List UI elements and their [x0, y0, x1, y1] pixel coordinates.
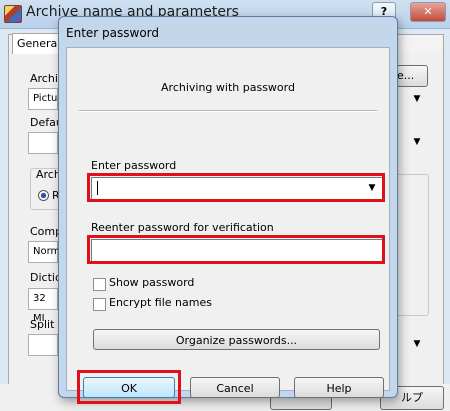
profile-dropdown-arrow[interactable]: ▼ — [408, 132, 426, 152]
archive-name-field[interactable]: Pictu — [28, 88, 58, 110]
split-volumes-field[interactable] — [28, 334, 58, 356]
heading-divider — [79, 110, 377, 112]
enter-password-dialog: Enter password Archiving with password E… — [58, 16, 398, 404]
encrypt-file-names-checkbox[interactable] — [93, 298, 106, 311]
cancel-button[interactable]: Cancel — [190, 377, 280, 398]
close-window-button[interactable]: ✕ — [410, 2, 446, 22]
rar-format-radio[interactable] — [38, 190, 49, 201]
browse-button[interactable]: e... — [396, 65, 428, 87]
dialog-body: Archiving with password Enter password ▼… — [66, 47, 390, 404]
ok-button-highlight — [77, 370, 181, 404]
encrypt-file-names-label: Encrypt file names — [109, 296, 212, 309]
show-password-checkbox[interactable] — [93, 278, 106, 291]
enter-password-label: Enter password — [91, 159, 177, 172]
enter-password-highlight — [87, 173, 385, 202]
show-password-label: Show password — [109, 276, 195, 289]
winrar-app-icon — [4, 5, 22, 23]
organize-passwords-button[interactable]: Organize passwords... — [93, 329, 380, 350]
compression-field[interactable]: Norm — [28, 241, 60, 263]
dialog-heading: Archiving with password — [161, 81, 295, 94]
dialog-title: Enter password — [66, 26, 159, 40]
reenter-password-highlight — [87, 235, 385, 264]
reenter-password-label: Reenter password for verification — [91, 221, 274, 234]
help-button[interactable]: Help — [294, 377, 384, 398]
dictionary-field[interactable]: 32 MI — [28, 288, 58, 324]
profile-field[interactable] — [28, 132, 58, 154]
archive-name-dropdown-arrow[interactable]: ▼ — [408, 89, 426, 109]
archiving-options-group — [395, 174, 429, 316]
split-dropdown-arrow[interactable]: ▼ — [408, 334, 426, 354]
